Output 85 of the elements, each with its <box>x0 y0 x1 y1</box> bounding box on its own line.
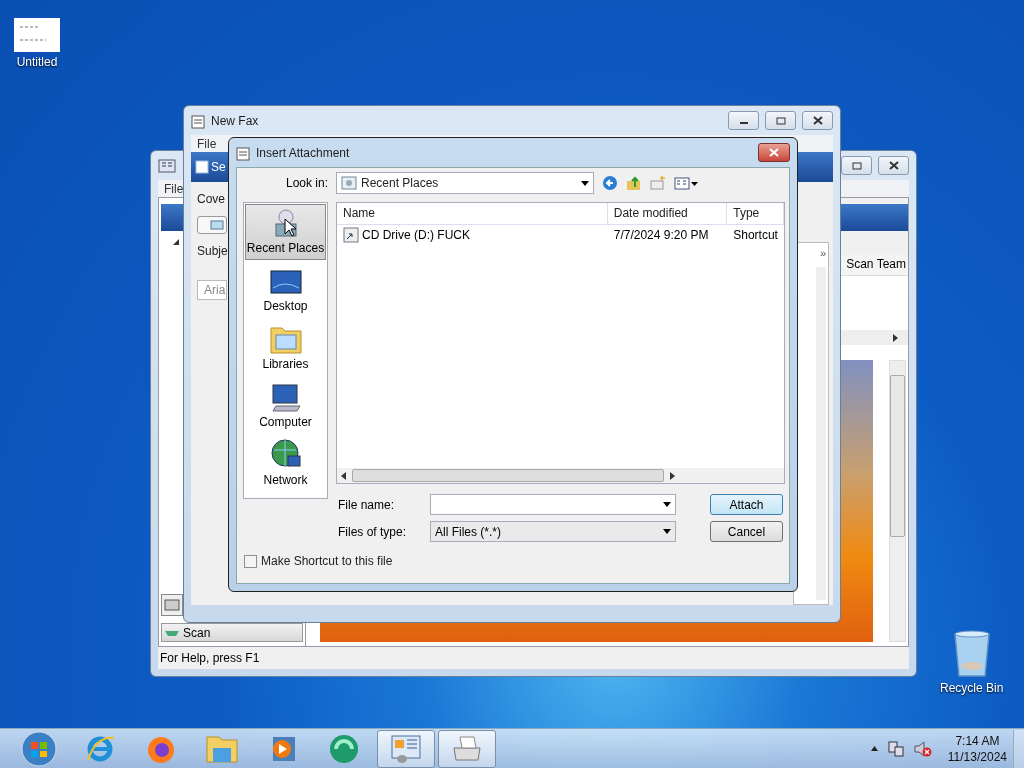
close-icon <box>888 161 899 170</box>
file-name-label: File name: <box>337 497 396 512</box>
horizontal-scrollbar[interactable] <box>337 468 784 483</box>
taskbar-button[interactable] <box>438 729 496 768</box>
recent-places-icon <box>341 176 357 190</box>
maximize-button[interactable] <box>765 111 796 130</box>
mouse-pointer-icon <box>284 218 296 237</box>
fax-machine-icon <box>450 733 484 764</box>
show-desktop-button[interactable] <box>1013 729 1024 768</box>
look-in-label: Look in: <box>285 176 328 190</box>
close-icon <box>769 148 779 157</box>
column-header[interactable]: Type <box>727 203 784 224</box>
menu-item[interactable]: File <box>197 136 217 151</box>
view-menu-icon[interactable] <box>674 176 699 190</box>
fax-page-icon <box>236 144 250 161</box>
clock[interactable]: 7:14 AM 11/13/2024 <box>941 732 1013 765</box>
desktop-icon-label[interactable]: Untitled <box>16 55 58 69</box>
toolbar-overflow-button[interactable]: » <box>819 247 826 259</box>
status-bar-text: For Help, press F1 <box>158 647 909 669</box>
recycle-bin-icon[interactable] <box>952 630 991 678</box>
cancel-button[interactable]: Cancel <box>710 521 783 542</box>
folder-icon <box>205 733 238 764</box>
fax-toolbar-button[interactable] <box>161 594 183 616</box>
desktop-icon-label[interactable]: Recycle Bin <box>940 681 1004 695</box>
file-type-dropdown[interactable]: All Files (*.*) <box>430 521 676 542</box>
minimize-button[interactable] <box>728 111 759 130</box>
place-item[interactable]: Network <box>245 436 326 492</box>
checkbox-label: Make Shortcut to this file <box>261 554 393 568</box>
fax-console-icon <box>390 733 422 764</box>
close-button[interactable] <box>758 143 790 162</box>
column-header[interactable]: Scan Team <box>846 255 908 275</box>
place-item[interactable]: Libraries <box>245 320 326 376</box>
scroll-right-arrow-icon <box>670 471 675 480</box>
place-item[interactable]: Recent Places <box>245 204 326 260</box>
globe-computer-icon <box>269 438 302 470</box>
document-thumbnail-icon[interactable] <box>14 18 60 52</box>
expand-arrow-icon[interactable] <box>173 239 179 245</box>
computer-icon <box>269 384 302 412</box>
desktop-icon <box>269 270 302 296</box>
attach-button[interactable]: Attach <box>710 494 783 515</box>
column-header[interactable]: Name <box>337 203 608 224</box>
font-field[interactable]: Aria <box>197 280 227 300</box>
maximize-icon <box>851 161 862 170</box>
close-icon <box>812 116 823 125</box>
dropdown-caret-icon <box>663 502 671 507</box>
muted-speaker-icon[interactable] <box>913 740 932 757</box>
close-button[interactable] <box>878 156 909 175</box>
maximize-button[interactable] <box>841 156 872 175</box>
cover-page-button[interactable] <box>197 216 227 234</box>
send-button[interactable]: Se <box>195 160 226 174</box>
network-icon[interactable] <box>887 740 904 757</box>
date-cell-text: 7/7/2024 9:20 PM <box>612 228 710 242</box>
cover-label: Cove <box>197 192 226 206</box>
maximize-icon <box>775 116 786 125</box>
folder-icon <box>269 324 302 354</box>
type-cell-text: Shortcut <box>732 228 779 242</box>
shortcut-icon <box>343 227 359 243</box>
fax-console-icon <box>158 157 176 174</box>
start-orb-icon <box>20 730 57 767</box>
column-header[interactable]: Date modified <box>607 203 728 224</box>
scrollbar[interactable] <box>889 360 906 642</box>
scan-button[interactable]: Scan <box>161 623 303 642</box>
shortcut-checkbox[interactable] <box>244 554 257 568</box>
window-title: New Fax <box>211 113 259 128</box>
look-in-dropdown[interactable]: Recent Places <box>336 172 594 194</box>
place-item[interactable]: Desktop <box>245 262 326 318</box>
cover-page-icon <box>210 220 224 230</box>
dropdown-caret-icon <box>581 180 589 186</box>
show-hidden-icons-arrow-icon[interactable] <box>870 746 878 751</box>
place-item[interactable]: Computer <box>245 378 326 434</box>
file-type-label: Files of type: <box>337 524 408 539</box>
new-folder-icon[interactable] <box>650 175 666 191</box>
fax-page-icon <box>191 112 205 129</box>
scroll-right-arrow-icon[interactable] <box>893 333 898 342</box>
taskbar-button[interactable] <box>377 729 435 768</box>
file-name-cell[interactable]: CD Drive (D:) FUCK <box>337 227 608 243</box>
file-name-field[interactable] <box>430 494 676 515</box>
fax-icon <box>164 598 180 612</box>
dropdown-caret-icon <box>663 529 671 534</box>
menu-item[interactable]: File <box>164 181 184 196</box>
dialog-title: Insert Attachment <box>256 145 350 160</box>
scroll-left-arrow-icon <box>341 471 346 480</box>
close-button[interactable] <box>802 111 833 130</box>
folder-up-icon[interactable] <box>626 175 642 191</box>
subject-label: Subje <box>197 244 229 258</box>
